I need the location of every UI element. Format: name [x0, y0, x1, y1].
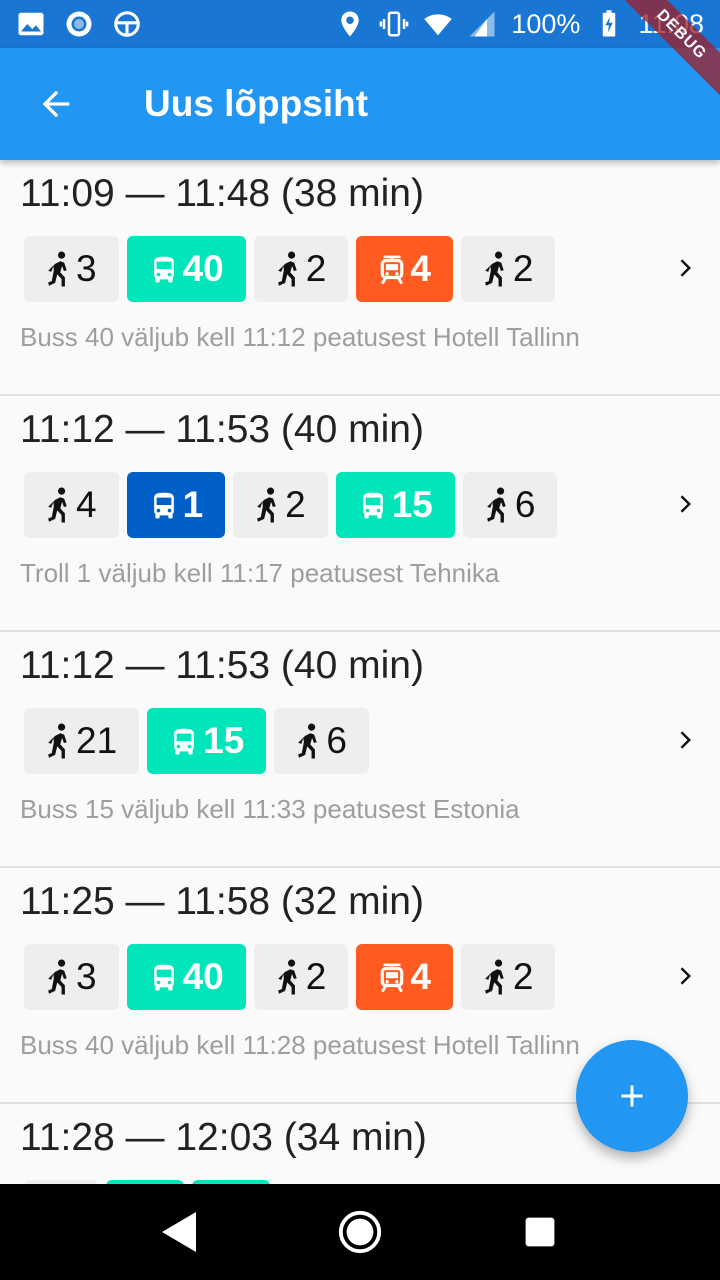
tram-icon [378, 960, 406, 994]
leg-label: 2 [512, 956, 534, 997]
add-destination-button[interactable] [576, 1040, 688, 1152]
vibrate-icon [379, 9, 409, 39]
bus-leg-chip: 15 [335, 472, 455, 538]
leg-label: 6 [326, 720, 347, 761]
walk-icon [46, 251, 72, 287]
trolley-leg-chip: 1 [126, 472, 226, 538]
bus-icon [358, 489, 388, 521]
walk-leg-chip: 2 [460, 236, 556, 302]
walk-leg-chip: 2 [253, 236, 349, 302]
walk-leg-chip: 21 [24, 708, 140, 774]
chevron-right-icon[interactable] [666, 956, 706, 996]
route-legs: 4 1 2 15 6 [24, 472, 558, 538]
walk-leg-chip: 3 [24, 236, 119, 302]
leg-label: 2 [305, 956, 327, 997]
leg-label: 6 [514, 484, 536, 525]
tram-leg-chip: 4 [356, 944, 453, 1010]
walk-icon [485, 487, 511, 523]
leg-label: 15 [391, 484, 433, 525]
walk-leg-chip: 2 [460, 944, 556, 1010]
arrow-back-icon [42, 90, 70, 118]
route-description: Buss 40 väljub kell 11:12 peatusest Hote… [20, 322, 580, 352]
route-description: Buss 15 väljub kell 11:33 peatusest Esto… [20, 794, 520, 824]
chevron-right-icon[interactable] [666, 484, 706, 524]
signal-icon [467, 9, 497, 39]
route-description: Buss 40 väljub kell 11:28 peatusest Hote… [20, 1030, 580, 1060]
walk-icon [46, 959, 72, 995]
leg-label: 4 [410, 248, 431, 289]
leg-label: 40 [182, 956, 224, 997]
recents-square-icon [525, 1217, 555, 1247]
wifi-icon [423, 9, 453, 39]
route-legs: 21 15 6 [24, 708, 369, 774]
bus-leg-chip: 40 [126, 944, 246, 1010]
route-time: 11:25 — 11:58 (32 min) [20, 880, 424, 923]
route-legs: 3 40 2 4 2 [24, 236, 556, 302]
nav-back-button[interactable] [150, 1202, 210, 1262]
tram-leg-chip: 4 [356, 236, 453, 302]
trolley-icon [149, 489, 179, 521]
route-time: 11:12 — 11:53 (40 min) [20, 408, 424, 451]
app-bar: Uus lõppsiht [0, 48, 720, 160]
route-time: 11:28 — 12:03 (34 min) [20, 1116, 427, 1159]
battery-percent: 100% [511, 8, 581, 39]
route-time: 11:12 — 11:53 (40 min) [20, 644, 424, 687]
page-title: Uus lõppsiht [144, 83, 369, 124]
leg-label: 1 [182, 484, 204, 525]
leg-label: 4 [76, 484, 97, 525]
home-circle-icon [338, 1210, 382, 1254]
walk-leg-chip: 4 [24, 472, 119, 538]
walk-icon [46, 487, 72, 523]
leg-label: 3 [76, 248, 97, 289]
walk-leg-chip: 6 [274, 708, 369, 774]
walk-icon [296, 723, 322, 759]
route-row[interactable]: 11:12 — 11:53 (40 min) 4 1 2 15 6 Troll 1 välj… [0, 396, 720, 632]
route-legs: 3 40 2 4 2 [24, 944, 556, 1010]
leg-label: 21 [76, 720, 118, 761]
location-icon [335, 9, 365, 39]
plus-icon [621, 1085, 643, 1107]
chevron-right-icon[interactable] [666, 248, 706, 288]
steering-icon [112, 9, 142, 39]
walk-leg-chip: 3 [24, 944, 119, 1010]
walk-icon [483, 251, 509, 287]
leg-label: 2 [512, 248, 534, 289]
route-time: 11:09 — 11:48 (38 min) [20, 172, 424, 215]
circle-icon [64, 9, 94, 39]
screen: 100% 11:08 DEBUG Uus lõppsiht 11:09 — 11… [0, 0, 720, 1280]
leg-label: 3 [76, 956, 97, 997]
leg-label: 4 [410, 956, 431, 997]
walk-icon [255, 487, 281, 523]
nav-home-button[interactable] [330, 1202, 390, 1262]
bus-icon [149, 961, 179, 993]
route-description: Troll 1 väljub kell 11:17 peatusest Tehn… [20, 558, 500, 588]
walk-leg-chip: 2 [253, 944, 349, 1010]
leg-label: 40 [182, 248, 224, 289]
leg-label: 2 [305, 248, 327, 289]
walk-icon [276, 959, 302, 995]
route-row[interactable]: 11:12 — 11:53 (40 min) 21 15 6 Buss 15 välju… [0, 632, 720, 868]
tram-icon [378, 252, 406, 286]
route-row[interactable]: 11:09 — 11:48 (38 min) 3 40 2 4 2 Buss 40 välj… [0, 160, 720, 396]
back-button[interactable] [0, 48, 112, 160]
walk-leg-chip: 6 [462, 472, 558, 538]
image-icon [16, 9, 46, 39]
walk-icon [276, 251, 302, 287]
leg-label: 2 [285, 484, 306, 525]
system-nav-bar [0, 1184, 720, 1280]
chevron-right-icon[interactable] [666, 720, 706, 760]
bus-leg-chip: 40 [126, 236, 246, 302]
walk-leg-chip: 2 [233, 472, 328, 538]
back-triangle-icon [162, 1212, 196, 1252]
walk-icon [483, 959, 509, 995]
status-bar: 100% 11:08 [0, 0, 720, 48]
battery-charging-icon [594, 9, 624, 39]
bus-icon [149, 253, 179, 285]
nav-recents-button[interactable] [510, 1202, 570, 1262]
bus-leg-chip: 15 [147, 708, 267, 774]
walk-icon [46, 723, 72, 759]
route-list[interactable]: 11:09 — 11:48 (38 min) 3 40 2 4 2 Buss 40 välj… [0, 160, 720, 1184]
bus-icon [169, 725, 199, 757]
leg-label: 15 [203, 720, 245, 761]
